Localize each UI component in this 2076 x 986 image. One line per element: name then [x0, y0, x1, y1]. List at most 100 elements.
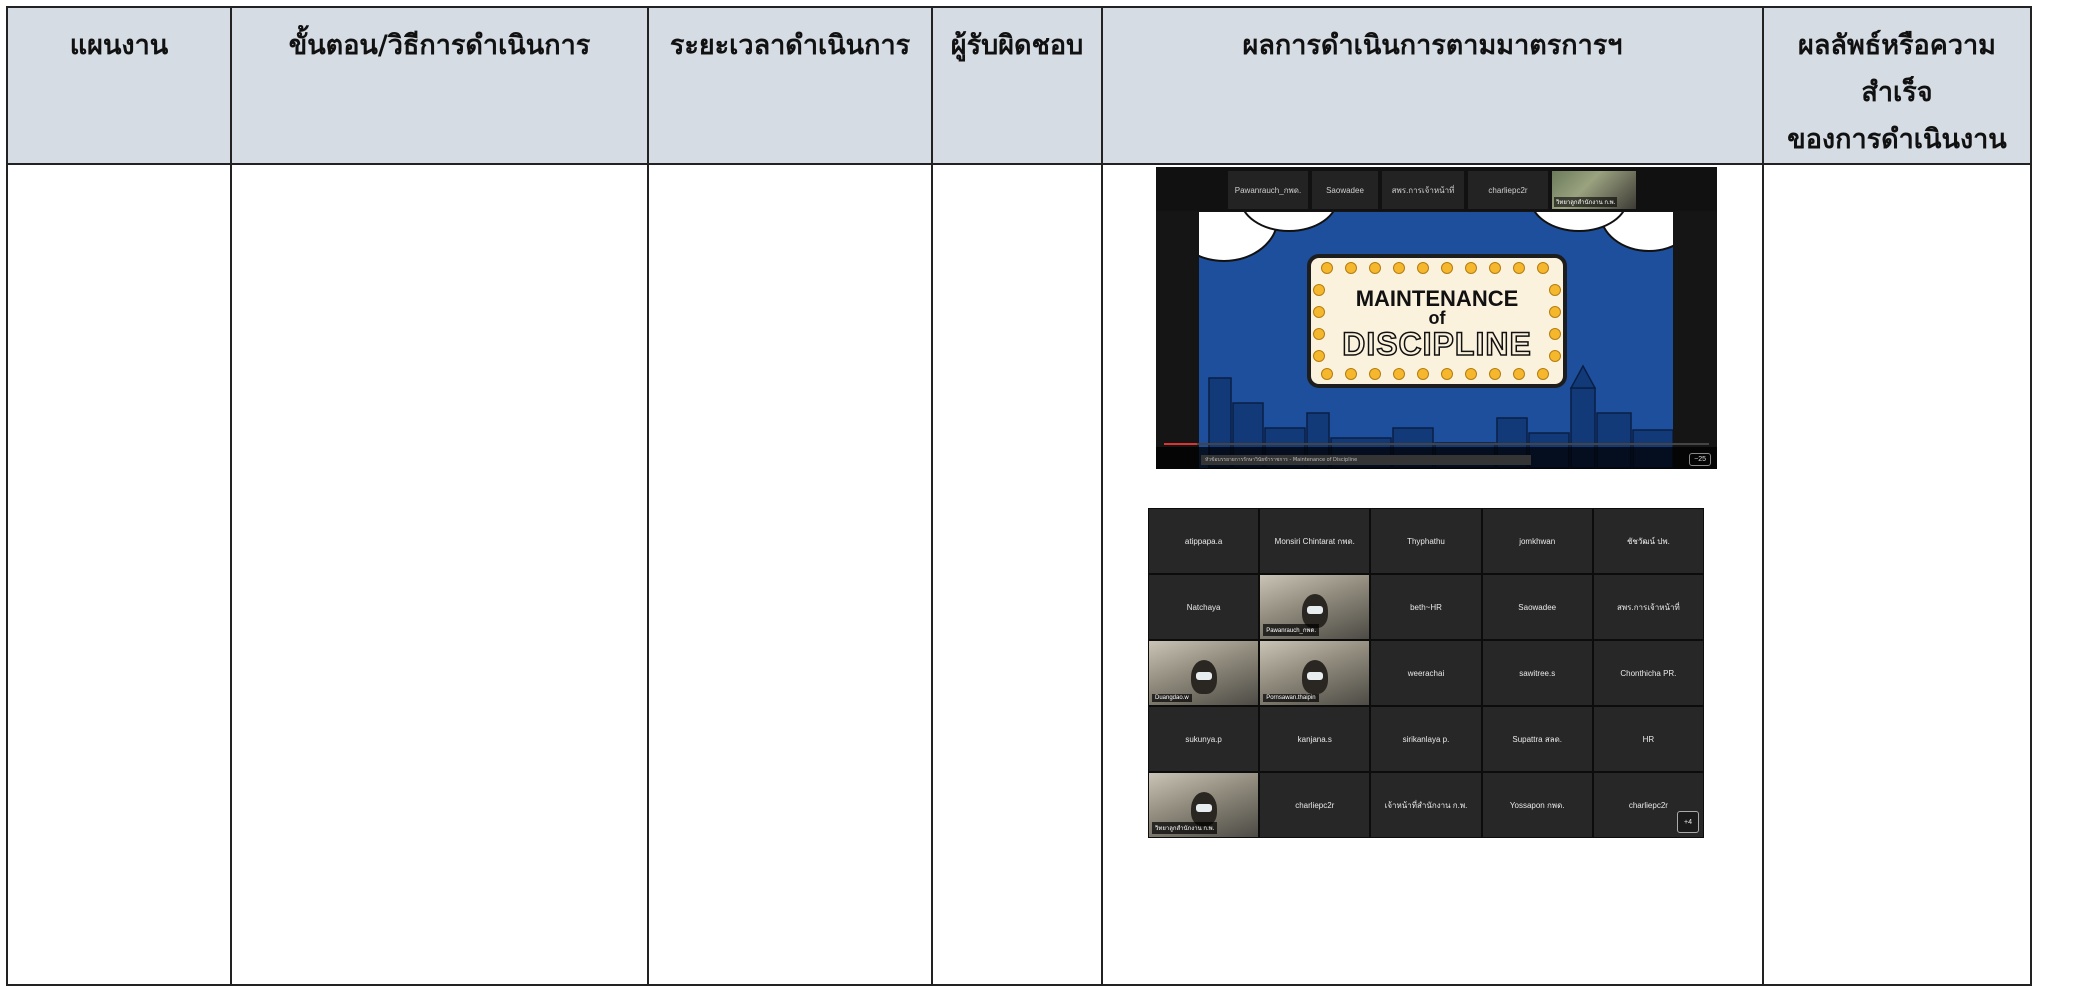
video-controls-bar: หัวข้อบรรยายการรักษาวินัยข้าราชการ - Mai…	[1156, 447, 1717, 469]
marquee-bulb	[1513, 262, 1525, 274]
participant-name: jomkhwan	[1519, 536, 1556, 546]
header-outcome-line2: ของการดำเนินงาน	[1787, 124, 2007, 155]
participant-name: weerachai	[1407, 668, 1445, 678]
participant-tile: Pawanrauch_กพด.	[1260, 575, 1370, 639]
video-progress-fill	[1164, 443, 1197, 445]
marquee-bulb	[1393, 262, 1405, 274]
marquee-bulb	[1417, 368, 1429, 380]
header-outcome: ผลลัพธ์หรือความสำเร็จ ของการดำเนินงาน	[1762, 6, 2032, 165]
cell-procedure	[230, 163, 649, 986]
participant-tile: jomkhwan	[1482, 509, 1592, 573]
slide-title-line3: DISCIPLINE	[1341, 325, 1532, 363]
participant-tile: sukunya.p	[1149, 707, 1259, 771]
more-participants-badge[interactable]: +4	[1676, 811, 1699, 833]
marquee-bulb	[1549, 350, 1561, 362]
participant-name: beth~HR	[1410, 602, 1442, 612]
video-progress-bar[interactable]	[1164, 443, 1709, 445]
marquee-bulb	[1369, 262, 1381, 274]
marquee-bulb	[1313, 328, 1325, 340]
participant-name: sirikanlaya p.	[1402, 734, 1450, 744]
header-responsible: ผู้รับผิดชอบ	[931, 6, 1103, 165]
participant-name: Saowadee	[1518, 602, 1557, 612]
participant-tile: Duangdao.w	[1149, 641, 1259, 705]
cell-responsible	[931, 163, 1103, 986]
video-presentation-screenshot: Pawanrauch_กพด. Saowadee สพร.การเจ้าหน้า…	[1156, 167, 1717, 469]
marquee-bulb	[1489, 262, 1501, 274]
header-row: แผนงาน ขั้นตอน/วิธีการดำเนินการ ระยะเวลา…	[6, 6, 2032, 165]
participant-tile: HR	[1593, 707, 1703, 771]
marquee-bulb	[1465, 368, 1477, 380]
participant-tile: Supattra สลด.	[1482, 707, 1592, 771]
marquee-bulb	[1313, 284, 1325, 296]
face-mask	[1306, 605, 1323, 614]
participant-tile: Saowadee	[1482, 575, 1592, 639]
participant-name: HR	[1642, 734, 1655, 744]
participant-name: charliepc2r	[1295, 800, 1335, 810]
header-plan: แผนงาน	[6, 6, 232, 165]
header-outcome-line1: ผลลัพธ์หรือความสำเร็จ	[1798, 30, 1996, 108]
marquee-bulb	[1549, 328, 1561, 340]
participant-tile: Pornsawan.thaipin	[1260, 641, 1370, 705]
participant-tile: atippapa.a	[1149, 509, 1259, 573]
marquee-sign: MAINTENANCE of DISCIPLINE	[1307, 254, 1567, 388]
marquee-bulb	[1441, 262, 1453, 274]
participant-tile: ชัชวัฒน์ ปพ.	[1593, 509, 1703, 573]
marquee-bulb	[1441, 368, 1453, 380]
participant-name: Chonthicha PR.	[1620, 668, 1677, 678]
participant-tile: Saowadee	[1312, 171, 1378, 209]
marquee-bulb	[1321, 262, 1333, 274]
video-time-badge[interactable]: −25	[1689, 453, 1711, 466]
marquee-bulb	[1537, 368, 1549, 380]
marquee-bulb	[1549, 306, 1561, 318]
marquee-bulb	[1465, 262, 1477, 274]
participant-tile: Pawanrauch_กพด.	[1228, 171, 1308, 209]
participant-name: Natchaya	[1186, 602, 1221, 612]
participant-name: Monsiri Chintarat กพด.	[1274, 536, 1355, 546]
marquee-bulb	[1345, 368, 1357, 380]
participant-tile: charliepc2r	[1468, 171, 1548, 209]
participant-name: วิทยาลูกสำนักงาน ก.พ.	[1152, 822, 1218, 834]
marquee-bulb	[1537, 262, 1549, 274]
participant-name: charliepc2r	[1488, 185, 1528, 195]
participant-tile: Chonthicha PR.	[1593, 641, 1703, 705]
camera-tile: วิทยาลูกสำนักงาน ก.พ.	[1552, 171, 1636, 209]
participant-tile: sirikanlaya p.	[1371, 707, 1481, 771]
participant-name: sawitree.s	[1519, 668, 1556, 678]
participant-name: Pawanrauch_กพด.	[1234, 185, 1302, 195]
participant-name: สพร.การเจ้าหน้าที่	[1617, 602, 1680, 612]
marquee-bulb	[1489, 368, 1501, 380]
participant-tile: beth~HR	[1371, 575, 1481, 639]
marquee-bulb	[1513, 368, 1525, 380]
participant-tile: weerachai	[1371, 641, 1481, 705]
cell-results: Pawanrauch_กพด. Saowadee สพร.การเจ้าหน้า…	[1101, 163, 1764, 986]
participant-grid-screenshot: atippapa.a Monsiri Chintarat กพด. Thyphath…	[1148, 508, 1704, 838]
participant-name: kanjana.s	[1297, 734, 1332, 744]
participant-name: ชัชวัฒน์ ปพ.	[1626, 536, 1670, 546]
presentation-slide: MAINTENANCE of DISCIPLINE	[1199, 212, 1673, 468]
participant-tile: sawitree.s	[1482, 641, 1592, 705]
participant-name: Pawanrauch_กพด.	[1263, 624, 1320, 636]
participant-name: atippapa.a	[1184, 536, 1223, 546]
participant-name: Saowadee	[1326, 185, 1364, 195]
cell-duration	[647, 163, 933, 986]
camera-label: วิทยาลูกสำนักงาน ก.พ.	[1554, 197, 1618, 207]
participant-name: Duangdao.w	[1152, 694, 1192, 702]
marquee-bulb	[1313, 350, 1325, 362]
marquee-bulb	[1321, 368, 1333, 380]
marquee-bulb	[1369, 368, 1381, 380]
participant-name: charliepc2r	[1628, 800, 1668, 810]
face-mask	[1195, 803, 1212, 812]
cell-plan	[6, 163, 232, 986]
participant-name: Supattra สลด.	[1512, 734, 1563, 744]
participant-tile: Monsiri Chintarat กพด.	[1260, 509, 1370, 573]
marquee-bulb	[1313, 306, 1325, 318]
participant-tile: Thyphathu	[1371, 509, 1481, 573]
header-procedure: ขั้นตอน/วิธีการดำเนินการ	[230, 6, 649, 165]
video-caption: หัวข้อบรรยายการรักษาวินัยข้าราชการ - Mai…	[1201, 455, 1531, 465]
header-results: ผลการดำเนินการตามมาตรการฯ	[1101, 6, 1764, 165]
participant-tile: เจ้าหน้าที่สำนักงาน ก.พ.	[1371, 773, 1481, 837]
participant-tile: kanjana.s	[1260, 707, 1370, 771]
participant-name: sukunya.p	[1185, 734, 1222, 744]
marquee-bulb	[1345, 262, 1357, 274]
participant-name: เจ้าหน้าที่สำนักงาน ก.พ.	[1384, 800, 1468, 810]
